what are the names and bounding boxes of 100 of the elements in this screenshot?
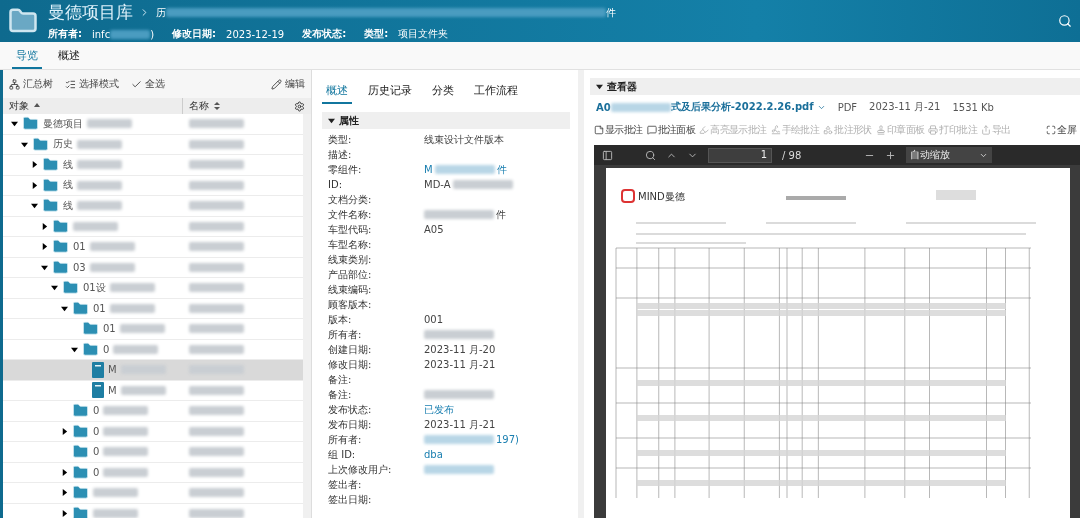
folder-icon [52,238,69,256]
annotation-tool-button[interactable]: 批注面板 [646,123,696,137]
caret-down-icon[interactable] [328,117,335,124]
tree-row[interactable]: 0 [3,401,303,422]
caret-down-icon[interactable] [21,140,28,148]
tree-row[interactable]: 线 [3,196,303,217]
tree-row[interactable]: M [3,380,303,401]
tree-row[interactable]: 0 [3,462,303,483]
meta-label: 所有者: [48,27,82,41]
blurred-text [189,406,244,416]
tree-row[interactable]: 01 [3,298,303,319]
tree-row[interactable] [3,483,303,504]
caret-down-icon[interactable] [71,345,78,353]
tree-row[interactable]: 03 [3,257,303,278]
caret-right-icon[interactable] [41,243,48,251]
node-label: 0 [93,446,100,458]
tree-row[interactable]: 历史 [3,134,303,155]
fullscreen-button[interactable]: 全屏 [1046,123,1076,137]
blurred-text [189,344,244,354]
caret-down-icon[interactable] [41,263,48,271]
tree-row[interactable]: 0 [3,421,303,442]
property-value[interactable]: M 件 [424,162,507,177]
tree-row[interactable]: M [3,360,303,381]
folder-icon [42,156,59,174]
property-label: 线束编码: [327,282,373,297]
tree-row[interactable]: 01设 [3,278,303,299]
tree-row[interactable]: 线 [3,175,303,196]
search-icon[interactable] [1058,14,1072,28]
property-label: 发布状态: [327,402,373,417]
property-value: 2023-11 月-20 [424,342,496,357]
node-label: 01设 [83,280,106,295]
annotation-tool-button[interactable]: 显示批注 [594,123,643,137]
tab[interactable]: 概述 [54,48,84,69]
caret-right-icon[interactable] [61,427,68,435]
section-header[interactable]: 属性 [322,112,570,129]
toolbar-button[interactable]: 选择模式 [65,77,119,91]
property-value[interactable]: dba [424,449,443,460]
property-label: 签出者: [327,477,363,492]
caret-down-icon[interactable] [31,202,38,210]
tree-row[interactable]: 线 [3,155,303,176]
caret-down-icon[interactable] [61,304,68,312]
page-number-field[interactable]: 1 [708,147,772,163]
folder-icon [42,197,59,215]
caret-right-icon[interactable] [31,161,38,169]
tab[interactable]: 分类 [428,83,458,104]
blurred-text [189,283,244,293]
tree-row[interactable]: 01 [3,319,303,340]
node-label: 0 [93,425,100,437]
folder-icon [52,258,69,276]
caret-right-icon[interactable] [61,509,68,517]
edit-button[interactable]: 编辑 [271,77,305,91]
file-size: 1531 Kb [952,101,994,113]
zoom-select[interactable]: 自动缩放 [906,147,992,163]
caret-down-icon[interactable] [596,83,603,90]
property-value: A05 [424,224,444,235]
caret-right-icon[interactable] [61,489,68,497]
search-icon[interactable] [645,149,656,161]
property-value [424,330,494,339]
caret-right-icon[interactable] [61,468,68,476]
section-header[interactable]: 查看器 [590,78,1080,95]
sort-icon[interactable] [213,101,221,111]
toolbar-button[interactable]: 全选 [131,77,165,91]
caret-down-icon[interactable] [11,120,18,128]
node-label: 01 [103,323,116,335]
folder-icon [72,504,89,518]
blurred-text [189,160,244,170]
folder-icon [42,176,59,194]
meta-value: 项目文件夹 [398,27,449,41]
tree-row[interactable]: 曼德项目 [3,114,303,135]
sidebar-toggle-icon[interactable] [602,149,613,161]
meta-label: 发布状态: [302,27,347,41]
blurred-text [189,262,244,272]
property-label: 发布日期: [327,417,373,432]
caret-right-icon[interactable] [41,222,48,230]
tab[interactable]: 概述 [322,83,352,104]
column-header[interactable]: 名称 [189,99,209,113]
tree-row[interactable]: 01 [3,237,303,258]
property-label: 产品部位: [327,267,373,282]
caret-right-icon[interactable] [31,181,38,189]
tab[interactable]: 工作流程 [470,83,522,104]
folder-icon [72,422,89,440]
tab[interactable]: 历史记录 [364,83,416,104]
folder-icon [22,115,39,133]
property-label: 车型代码: [327,222,373,237]
node-label: 01 [73,241,86,253]
settings-icon[interactable] [294,100,305,112]
blurred-text [189,488,244,498]
zoom-in-icon[interactable] [885,149,896,161]
tree-row[interactable]: 0 [3,339,303,360]
toolbar-button[interactable]: 汇总树 [9,77,53,91]
tree-row[interactable] [3,216,303,237]
file-name-link[interactable]: A0 式及后果分析-2022.2.26.pdf [596,100,814,114]
tree-row[interactable]: 0 [3,442,303,463]
node-label: M [108,364,117,376]
property-value[interactable]: 已发布 [424,402,454,417]
property-label: 零组件: [327,162,363,177]
property-label: ID: [327,179,344,190]
column-header[interactable]: 对象 [9,99,29,113]
caret-down-icon[interactable] [51,284,58,292]
folder-icon [72,463,89,481]
